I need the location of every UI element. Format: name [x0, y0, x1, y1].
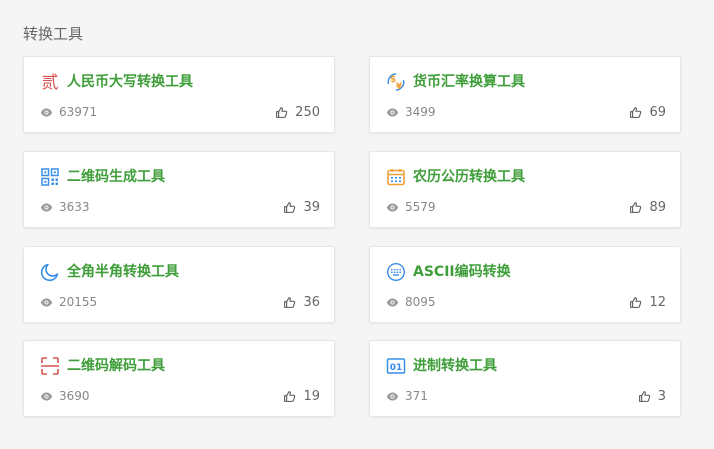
- eye-icon: [386, 391, 399, 401]
- like-count: 3: [657, 388, 666, 404]
- tool-card-qrcode-decoder[interactable]: 二维码解码工具 3690 19: [23, 340, 335, 417]
- thumbs-up-icon: [284, 201, 296, 213]
- tool-card-lunar-calendar[interactable]: 农历公历转换工具 5579 89: [369, 151, 681, 228]
- tool-card-ascii-encoding[interactable]: ASCII编码转换 8095 12: [369, 246, 681, 323]
- like-button[interactable]: 39: [283, 200, 320, 215]
- thumbs-up-icon: [630, 296, 642, 308]
- tool-card-rmb-uppercase[interactable]: 贰 人民币大写转换工具 63971 250: [23, 56, 335, 133]
- view-count-value: 3690: [59, 389, 90, 403]
- tool-card-title[interactable]: ASCII编码转换: [413, 262, 511, 282]
- view-count: 20155: [40, 295, 97, 309]
- svg-text:01: 01: [390, 363, 403, 373]
- rmb-uppercase-icon: 贰: [40, 72, 60, 92]
- tool-card-radix-conversion[interactable]: 01 进制转换工具 371 3: [369, 340, 681, 417]
- currency-exchange-icon: $ ¥: [386, 72, 406, 92]
- like-button[interactable]: 12: [629, 295, 666, 310]
- tool-card-title[interactable]: 货币汇率换算工具: [413, 72, 525, 92]
- tool-card-title[interactable]: 农历公历转换工具: [413, 167, 525, 187]
- binary-icon: 01: [386, 356, 406, 376]
- view-count-value: 8095: [405, 295, 436, 309]
- tool-card-title[interactable]: 全角半角转换工具: [67, 262, 179, 282]
- thumbs-up-icon: [284, 296, 296, 308]
- view-count-value: 5579: [405, 200, 436, 214]
- view-count: 3633: [40, 200, 90, 214]
- section-title: 转换工具: [23, 25, 84, 43]
- like-count: 12: [649, 294, 666, 310]
- scan-icon: [40, 356, 60, 376]
- thumbs-up-icon: [630, 201, 642, 213]
- like-button[interactable]: 3: [638, 389, 666, 404]
- view-count-value: 371: [405, 389, 428, 403]
- thumbs-up-icon: [284, 390, 296, 402]
- thumbs-up-icon: [276, 106, 288, 118]
- view-count: 8095: [386, 295, 436, 309]
- like-button[interactable]: 89: [629, 200, 666, 215]
- like-count: 250: [295, 104, 320, 120]
- thumbs-up-icon: [638, 390, 650, 402]
- eye-icon: [40, 107, 53, 117]
- calendar-icon: [386, 167, 406, 187]
- thumbs-up-icon: [630, 106, 642, 118]
- view-count-value: 63971: [59, 105, 98, 119]
- tool-card-title[interactable]: 二维码解码工具: [67, 356, 165, 376]
- tool-card-qrcode-generator[interactable]: 二维码生成工具 3633 39: [23, 151, 335, 228]
- view-count: 3690: [40, 389, 90, 403]
- view-count-value: 3499: [405, 105, 436, 119]
- svg-text:¥: ¥: [396, 82, 403, 92]
- eye-icon: [386, 202, 399, 212]
- moon-icon: [40, 262, 60, 282]
- view-count: 5579: [386, 200, 436, 214]
- eye-icon: [386, 107, 399, 117]
- eye-icon: [40, 391, 53, 401]
- view-count: 3499: [386, 105, 436, 119]
- like-button[interactable]: 36: [283, 295, 320, 310]
- qrcode-icon: [40, 167, 60, 187]
- like-button[interactable]: 250: [275, 105, 320, 120]
- view-count: 371: [386, 389, 428, 403]
- like-count: 89: [649, 199, 666, 215]
- like-count: 19: [303, 388, 320, 404]
- like-count: 39: [303, 199, 320, 215]
- like-button[interactable]: 69: [629, 105, 666, 120]
- tool-card-title[interactable]: 二维码生成工具: [67, 167, 165, 187]
- tool-card-currency-exchange[interactable]: $ ¥ 货币汇率换算工具 3499 69: [369, 56, 681, 133]
- like-button[interactable]: 19: [283, 389, 320, 404]
- view-count-value: 20155: [59, 295, 98, 309]
- svg-text:贰: 贰: [42, 73, 59, 92]
- view-count-value: 3633: [59, 200, 90, 214]
- eye-icon: [386, 297, 399, 307]
- view-count: 63971: [40, 105, 97, 119]
- like-count: 36: [303, 294, 320, 310]
- like-count: 69: [649, 104, 666, 120]
- tool-card-fullwidth-halfwidth[interactable]: 全角半角转换工具 20155 36: [23, 246, 335, 323]
- tool-card-title[interactable]: 人民币大写转换工具: [67, 72, 193, 92]
- eye-icon: [40, 297, 53, 307]
- tool-card-title[interactable]: 进制转换工具: [413, 356, 497, 376]
- eye-icon: [40, 202, 53, 212]
- keyboard-icon: [386, 262, 406, 282]
